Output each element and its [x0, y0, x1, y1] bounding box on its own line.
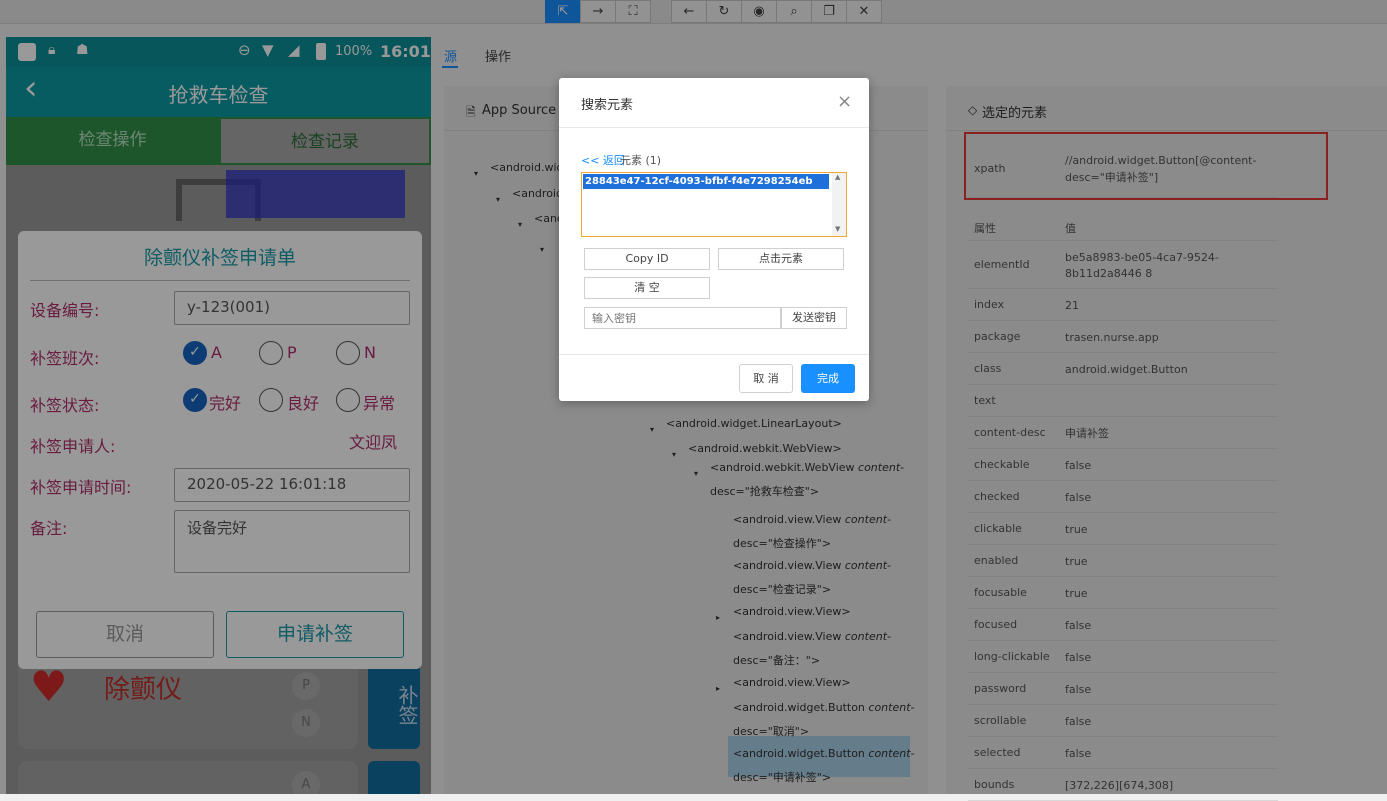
modal-title: 搜索元素 — [581, 98, 634, 113]
divider — [559, 127, 869, 128]
scroll-down-icon[interactable]: ▼ — [835, 225, 840, 233]
close-icon[interactable]: × — [837, 91, 852, 112]
copy-id-button[interactable]: Copy ID — [584, 248, 710, 270]
key-input[interactable] — [584, 307, 781, 329]
clear-button[interactable]: 清 空 — [584, 277, 710, 299]
search-element-modal: 搜索元素 × << 返回 元素 (1) 28843e47-12cf-4093-b… — [559, 78, 869, 401]
scrollbar[interactable]: ▲ ▼ — [832, 173, 846, 236]
element-results-list[interactable]: 28843e47-12cf-4093-bfbf-f4e7298254eb ▲ ▼ — [581, 172, 847, 237]
modal-cancel-button[interactable]: 取 消 — [739, 364, 793, 393]
scroll-up-icon[interactable]: ▲ — [835, 173, 840, 181]
modal-done-button[interactable]: 完成 — [801, 364, 855, 393]
send-key-button[interactable]: 发送密钥 — [781, 307, 847, 329]
back-link[interactable]: << 返回 — [581, 152, 625, 168]
result-item[interactable]: 28843e47-12cf-4093-bfbf-f4e7298254eb — [583, 174, 829, 189]
click-element-button[interactable]: 点击元素 — [718, 248, 844, 270]
divider — [559, 354, 869, 355]
elements-count: 元素 (1) — [620, 154, 662, 167]
